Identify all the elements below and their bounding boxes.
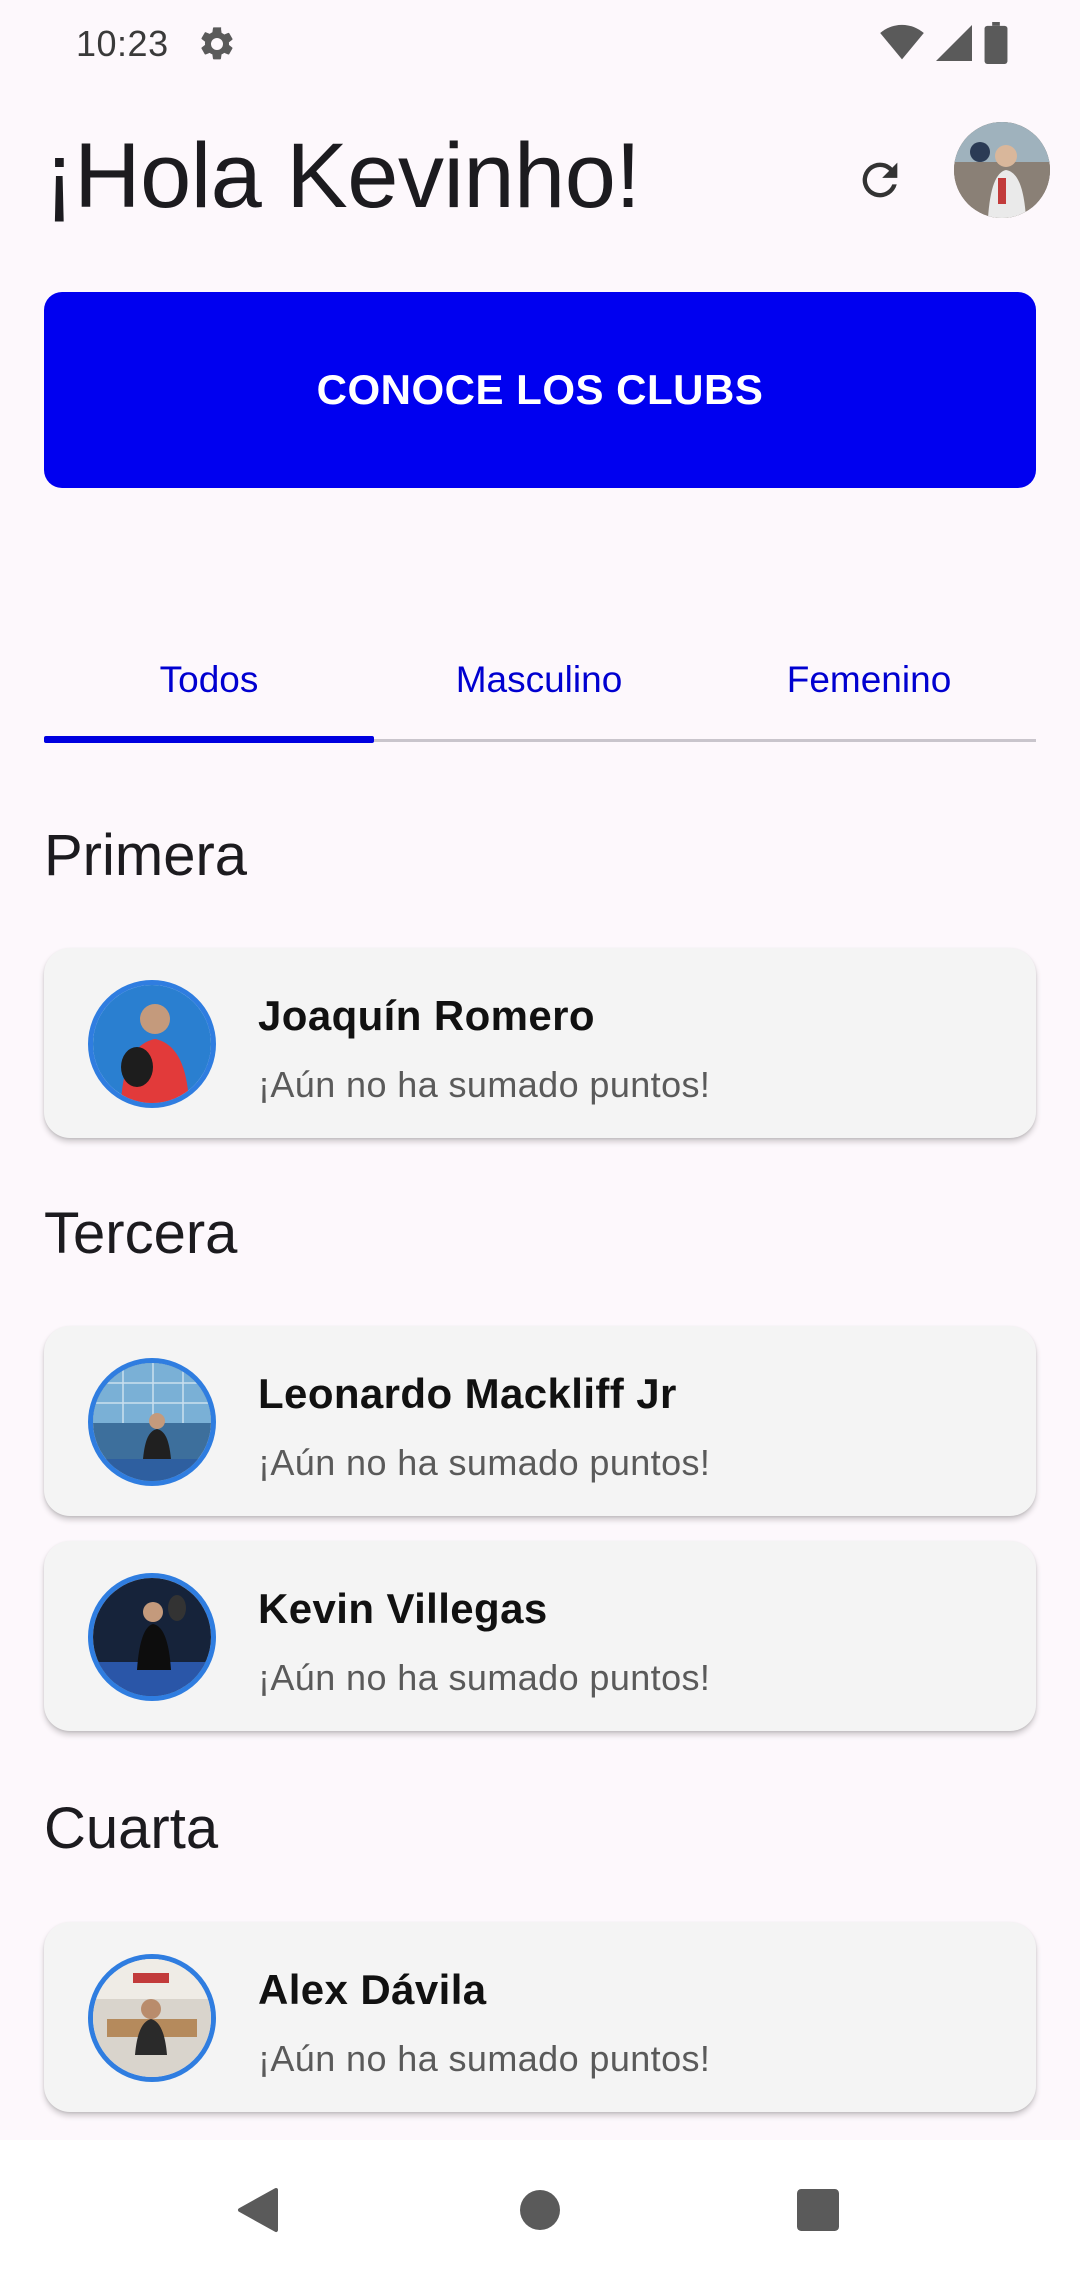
gear-icon (200, 27, 233, 60)
player-avatar (88, 980, 216, 1108)
player-card[interactable]: Kevin Villegas ¡Aún no ha sumado puntos! (44, 1541, 1036, 1731)
profile-avatar[interactable] (954, 122, 1050, 218)
home-button[interactable] (508, 2178, 572, 2242)
status-icons (880, 22, 1008, 64)
tab-todos[interactable]: Todos (44, 620, 374, 740)
back-button[interactable] (226, 2178, 290, 2242)
player-photo (93, 1959, 211, 2077)
tab-indicator (44, 736, 374, 743)
tab-femenino-label: Femenino (786, 659, 952, 700)
gender-tabs: Todos Masculino Femenino (44, 620, 1036, 743)
refresh-button[interactable] (840, 140, 920, 220)
player-points-status: ¡Aún no ha sumado puntos! (258, 1442, 711, 1483)
player-avatar (88, 1573, 216, 1701)
status-time: 10:23 (76, 23, 169, 64)
player-name: Alex Dávila (258, 1966, 487, 2013)
refresh-icon (862, 162, 898, 198)
clubs-button-label: CONOCE LOS CLUBS (316, 366, 764, 413)
tab-masculino-label: Masculino (455, 659, 623, 700)
player-card[interactable]: Leonardo Mackliff Jr ¡Aún no ha sumado p… (44, 1326, 1036, 1516)
player-name: Kevin Villegas (258, 1585, 548, 1632)
back-icon (238, 2188, 278, 2232)
recents-icon (797, 2189, 839, 2231)
battery-icon (984, 22, 1008, 64)
signal-icon (936, 25, 972, 61)
system-nav-bar (0, 2140, 1080, 2280)
recents-button[interactable] (786, 2178, 850, 2242)
status-bar: 10:23 (0, 0, 1080, 88)
home-icon (520, 2190, 560, 2230)
player-points-status: ¡Aún no ha sumado puntos! (258, 1657, 711, 1698)
avatar-photo (954, 122, 1050, 218)
player-photo (93, 1363, 211, 1481)
wifi-icon (880, 24, 924, 60)
player-photo (93, 985, 211, 1103)
player-card[interactable]: Joaquín Romero ¡Aún no ha sumado puntos! (44, 948, 1036, 1138)
tab-todos-label: Todos (159, 659, 259, 700)
player-points-status: ¡Aún no ha sumado puntos! (258, 2038, 711, 2079)
player-name: Leonardo Mackliff Jr (258, 1370, 677, 1417)
section-title-cuarta: Cuarta (44, 1796, 219, 1861)
player-points-status: ¡Aún no ha sumado puntos! (258, 1064, 711, 1105)
tab-femenino[interactable]: Femenino (704, 620, 1034, 740)
player-card[interactable]: Alex Dávila ¡Aún no ha sumado puntos! (44, 1922, 1036, 2112)
greeting-title: ¡Hola Kevinho! (44, 125, 641, 227)
player-avatar (88, 1954, 216, 2082)
section-title-primera: Primera (44, 823, 248, 888)
player-photo (93, 1578, 211, 1696)
tab-masculino[interactable]: Masculino (374, 620, 704, 740)
player-avatar (88, 1358, 216, 1486)
clubs-button[interactable]: CONOCE LOS CLUBS (44, 292, 1036, 488)
header: ¡Hola Kevinho! (44, 110, 1050, 250)
section-title-tercera: Tercera (44, 1201, 238, 1266)
player-name: Joaquín Romero (258, 992, 595, 1039)
